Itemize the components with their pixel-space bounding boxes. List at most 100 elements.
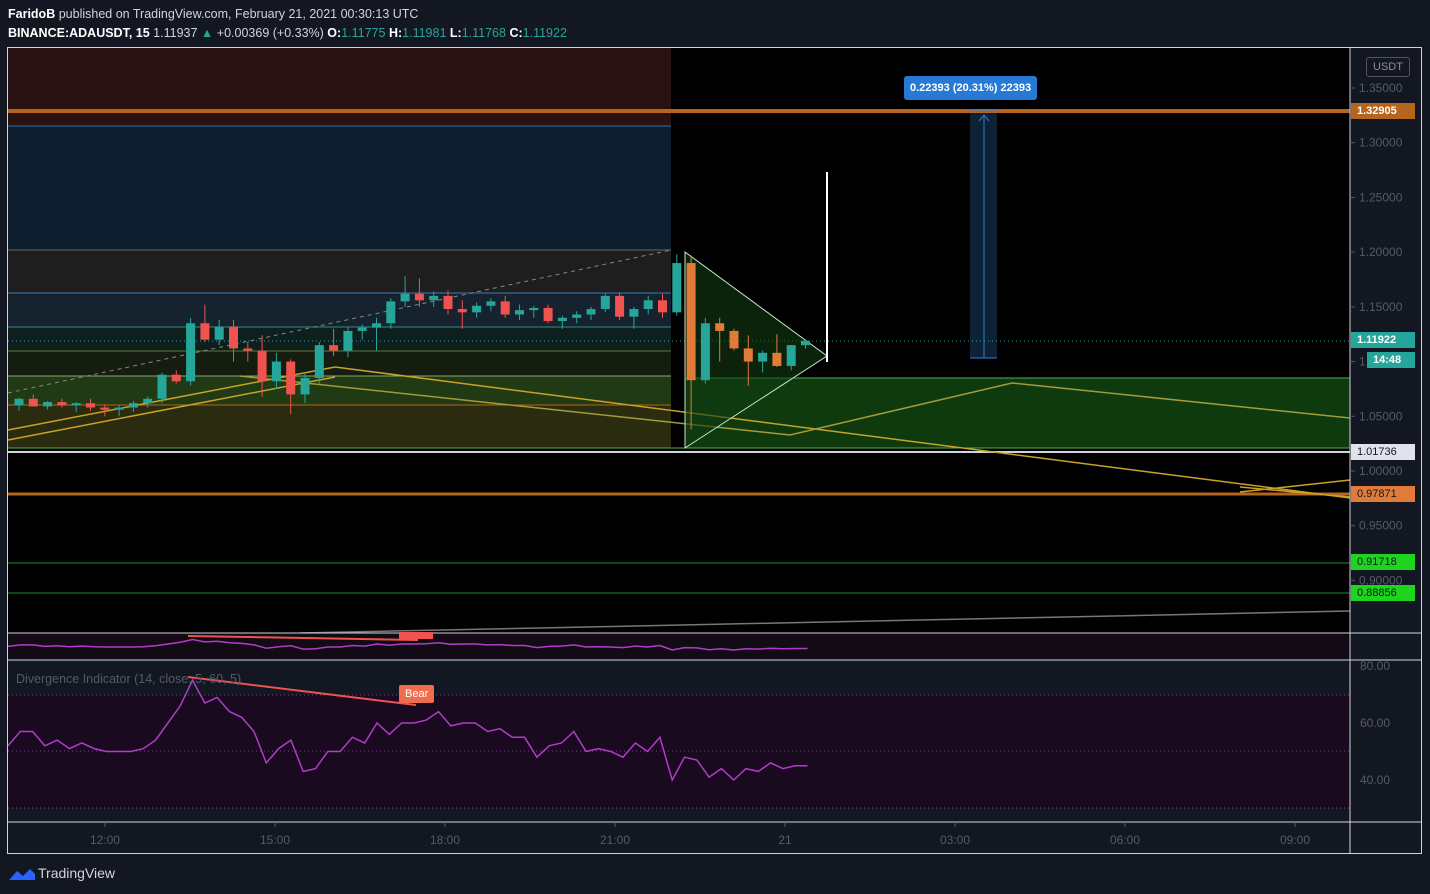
oscillator-axis: 80.00 60.00 40.00 bbox=[1360, 659, 1390, 787]
oscillator-label: Divergence Indicator (14, close, 5, 60, … bbox=[16, 672, 242, 686]
candle-body bbox=[543, 307, 553, 322]
candle-body bbox=[600, 295, 610, 310]
measure-label[interactable]: 0.22393 (20.31%) 22393 bbox=[904, 76, 1038, 100]
candle[interactable] bbox=[729, 328, 739, 351]
candle-body bbox=[758, 352, 768, 362]
candle-body bbox=[743, 348, 753, 362]
candle-body bbox=[715, 323, 725, 331]
candle-body bbox=[43, 402, 53, 407]
tradingview-logo-icon[interactable] bbox=[8, 866, 36, 882]
candle-body bbox=[329, 345, 339, 351]
candle-body bbox=[57, 402, 67, 406]
price-tick-label: 1.25000 bbox=[1359, 190, 1403, 204]
candle[interactable] bbox=[615, 292, 625, 320]
time-tick-label: 09:00 bbox=[1280, 833, 1310, 847]
candle[interactable] bbox=[700, 317, 710, 384]
green-level-badge-1: 0.91718 bbox=[1351, 554, 1415, 570]
mini-bear-badge bbox=[399, 632, 433, 639]
candle-body bbox=[243, 348, 253, 351]
bear-signal-badge[interactable]: Bear bbox=[399, 685, 435, 703]
candle-body bbox=[271, 361, 281, 382]
candle[interactable] bbox=[314, 341, 324, 384]
candle-body bbox=[700, 323, 710, 381]
candle[interactable] bbox=[672, 254, 682, 316]
candle-body bbox=[100, 407, 110, 410]
price-tick-label: 1.20000 bbox=[1359, 245, 1403, 259]
candle-body bbox=[443, 295, 453, 310]
candle[interactable] bbox=[186, 317, 196, 386]
osc-tick-label: 60.00 bbox=[1360, 716, 1390, 730]
fib-blue-zone bbox=[8, 126, 671, 250]
time-tick-label: 18:00 bbox=[430, 833, 460, 847]
price-tick-label: 1.35000 bbox=[1359, 81, 1403, 95]
candle-body bbox=[486, 301, 496, 306]
candle-body bbox=[457, 309, 467, 313]
candle-body bbox=[400, 293, 410, 302]
time-axis[interactable]: 12:00 15:00 18:00 21:00 21 03:00 06:00 09:00 bbox=[90, 822, 1310, 847]
candle-body bbox=[200, 323, 210, 340]
green-level-badge-2: 0.88856 bbox=[1351, 585, 1415, 601]
price-tick-label: 1.00000 bbox=[1359, 464, 1403, 478]
support-price-badge: 1.01736 bbox=[1351, 444, 1415, 460]
candle-body bbox=[672, 263, 682, 313]
candle-body bbox=[114, 407, 124, 410]
candle-body bbox=[372, 323, 381, 328]
candle-body bbox=[157, 374, 167, 399]
support-zone bbox=[685, 378, 1350, 448]
candle[interactable] bbox=[157, 372, 167, 404]
orange-level-badge: 0.97871 bbox=[1351, 486, 1415, 502]
osc-tick-label: 40.00 bbox=[1360, 773, 1390, 787]
candle-body bbox=[615, 295, 625, 317]
candle-body bbox=[229, 326, 238, 349]
candle-body bbox=[801, 340, 810, 346]
countdown-badge: 14:48 bbox=[1367, 352, 1415, 368]
fib-green-zone bbox=[8, 376, 671, 405]
target-price-badge: 1.32905 bbox=[1351, 103, 1415, 119]
candle-body bbox=[14, 398, 24, 406]
candle-body bbox=[629, 309, 639, 317]
candle-body bbox=[586, 309, 596, 315]
candle-body bbox=[300, 377, 310, 395]
candle-body bbox=[786, 345, 796, 366]
candle-body bbox=[557, 317, 567, 322]
candle-body bbox=[71, 403, 81, 406]
time-tick-label: 15:00 bbox=[260, 833, 290, 847]
candle-body bbox=[314, 345, 324, 378]
fib-red-zone bbox=[8, 48, 671, 126]
candle-body bbox=[529, 307, 539, 311]
candle-body bbox=[729, 330, 739, 349]
last-price-badge: 1.11922 bbox=[1351, 332, 1415, 348]
price-tick-label: 1.05000 bbox=[1359, 409, 1403, 423]
candle-body bbox=[414, 293, 424, 301]
candle-body bbox=[186, 323, 196, 382]
time-tick-label: 03:00 bbox=[940, 833, 970, 847]
candle-body bbox=[658, 300, 667, 313]
candle-body bbox=[515, 310, 524, 315]
price-chart[interactable]: 1.350001.300001.250001.200001.150001.100… bbox=[0, 0, 1430, 894]
candle-body bbox=[257, 350, 267, 382]
currency-button[interactable]: USDT bbox=[1366, 57, 1410, 77]
fib-teal-zone bbox=[8, 327, 671, 351]
candle-body bbox=[143, 398, 153, 404]
footer-brand[interactable]: TradingView bbox=[38, 865, 115, 881]
candle-body bbox=[500, 301, 510, 315]
osc-tick-label: 80.00 bbox=[1360, 659, 1390, 673]
candle-body bbox=[343, 330, 353, 351]
price-tick-label: 0.95000 bbox=[1359, 519, 1403, 533]
time-tick-label: 21:00 bbox=[600, 833, 630, 847]
candle-body bbox=[28, 398, 38, 407]
price-tick-label: 1.30000 bbox=[1359, 136, 1403, 150]
candle-body bbox=[128, 403, 138, 408]
candle-body bbox=[86, 403, 95, 408]
time-tick-label: 12:00 bbox=[90, 833, 120, 847]
time-tick-label: 21 bbox=[778, 833, 792, 847]
candle-body bbox=[572, 314, 582, 318]
candle-body bbox=[643, 300, 653, 310]
candle-body bbox=[171, 374, 181, 382]
time-tick-label: 06:00 bbox=[1110, 833, 1140, 847]
candle-body bbox=[286, 361, 296, 395]
candle-body bbox=[386, 301, 396, 324]
fib-olive-zone bbox=[8, 351, 671, 376]
candle-body bbox=[429, 295, 439, 301]
candle-body bbox=[772, 352, 782, 366]
